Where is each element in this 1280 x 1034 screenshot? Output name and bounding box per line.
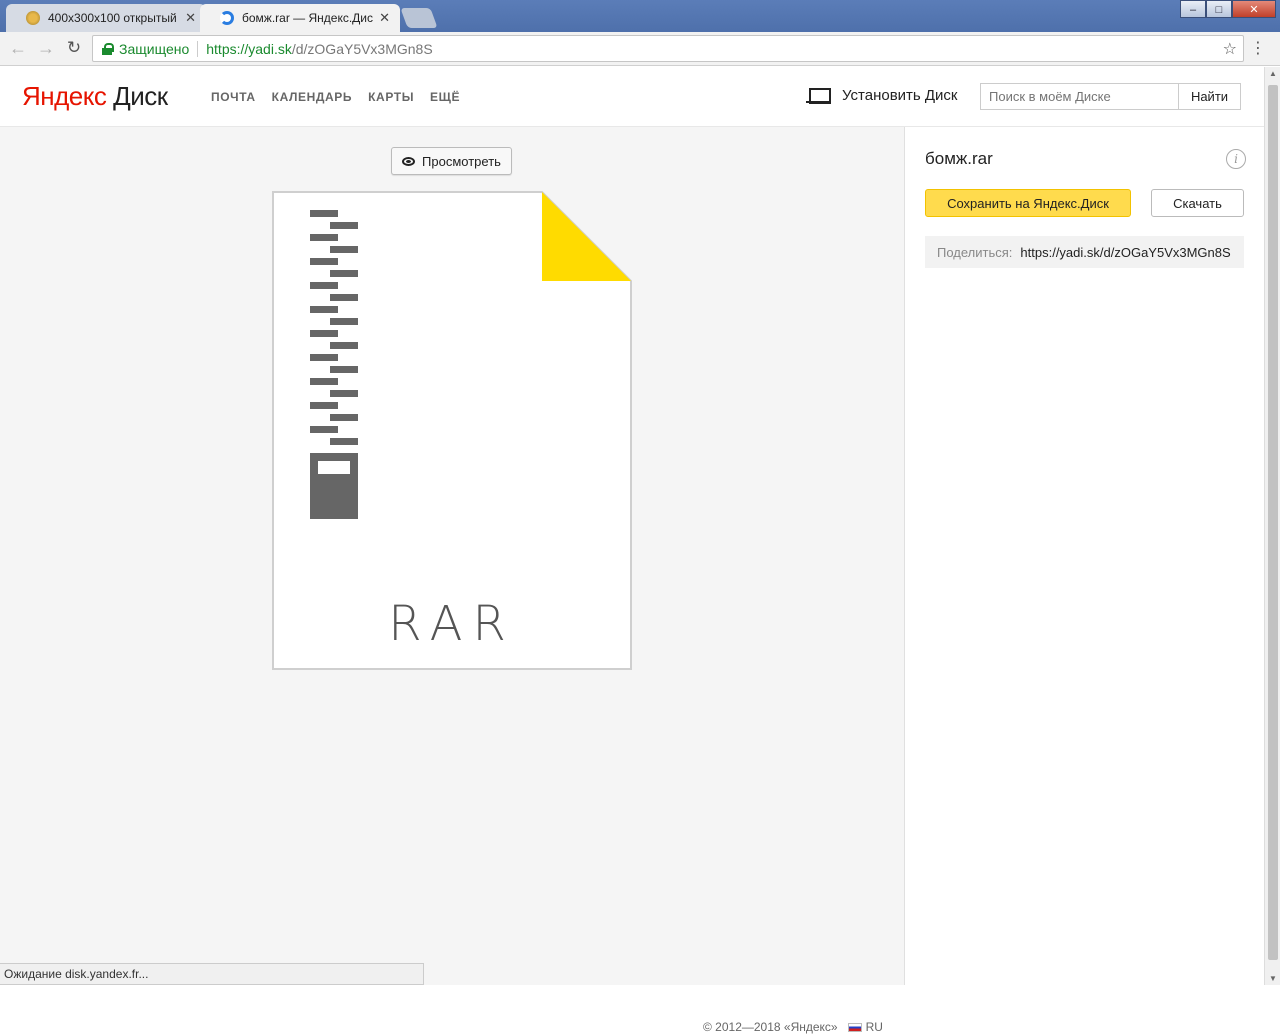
zipper-tooth [330, 294, 358, 301]
zipper-tooth [330, 318, 358, 325]
back-arrow-icon[interactable]: ← [8, 39, 28, 57]
zipper-tooth [310, 426, 338, 433]
zipper-tooth [330, 414, 358, 421]
tab-title: 400x300x100 открытый [48, 11, 177, 25]
zipper-tooth [310, 330, 338, 337]
logo-yandex: Яндекс [22, 81, 107, 111]
page-viewport: Яндекс Диск ПОЧТА КАЛЕНДАРЬ КАРТЫ ЕЩЁ Ус… [0, 67, 1264, 1034]
zipper-tooth [310, 210, 338, 217]
zipper-tooth [310, 402, 338, 409]
save-to-disk-button[interactable]: Сохранить на Яндекс.Диск [925, 189, 1131, 217]
zipper-tooth [330, 438, 358, 445]
tab-title: бомж.rar — Яндекс.Диск [242, 11, 374, 25]
zipper-tooth [330, 342, 358, 349]
window-controls: – □ ✕ [1180, 0, 1276, 18]
browser-tab-2[interactable]: бомж.rar — Яндекс.Диск ✕ [200, 4, 400, 32]
zipper-tooth [310, 306, 338, 313]
zipper-tooth [310, 258, 338, 265]
footer: © 2012—2018 «Яндекс» RU [703, 1020, 883, 1034]
install-disk-label: Установить Диск [842, 87, 958, 104]
search-button[interactable]: Найти [1178, 83, 1241, 110]
preview-button-label: Просмотреть [422, 153, 501, 169]
scrollbar-thumb[interactable] [1268, 85, 1278, 960]
zipper-tooth [330, 222, 358, 229]
preview-button[interactable]: Просмотреть [391, 147, 512, 175]
omnibox-divider [197, 40, 199, 57]
file-type-label: RAR [388, 596, 516, 652]
status-bar: Ожидание disk.yandex.fr... [0, 963, 424, 985]
forward-arrow-icon[interactable]: → [36, 39, 56, 57]
scroll-down-icon[interactable]: ▼ [1269, 974, 1277, 983]
nav-calendar[interactable]: КАЛЕНДАРЬ [272, 90, 352, 104]
zipper-tooth [310, 378, 338, 385]
browser-tab-1[interactable]: 400x300x100 открытый ✕ [6, 4, 206, 32]
download-button[interactable]: Скачать [1151, 189, 1244, 217]
lock-icon [101, 42, 114, 55]
browser-titlebar: 400x300x100 открытый ✕ бомж.rar — Яндекс… [0, 0, 1280, 32]
yandex-disk-favicon-icon [220, 11, 234, 25]
zipper-tooth [330, 246, 358, 253]
info-icon[interactable]: i [1226, 149, 1246, 169]
zipper-tooth [330, 366, 358, 373]
services-nav: ПОЧТА КАЛЕНДАРЬ КАРТЫ ЕЩЁ [211, 90, 460, 104]
nav-maps[interactable]: КАРТЫ [368, 90, 414, 104]
zipper-tooth [330, 270, 358, 277]
share-label: Поделиться: [937, 244, 1013, 260]
nav-more[interactable]: ЕЩЁ [430, 90, 460, 104]
new-tab-button[interactable] [400, 8, 438, 28]
yandex-disk-logo[interactable]: Яндекс Диск [22, 81, 168, 112]
window-close-icon[interactable]: ✕ [1232, 0, 1276, 18]
minimize-icon[interactable]: – [1180, 0, 1206, 18]
zipper-pull-slot [318, 461, 350, 474]
secure-label: Защищено [119, 40, 190, 57]
zipper-tooth [310, 282, 338, 289]
site-header: Яндекс Диск ПОЧТА КАЛЕНДАРЬ КАРТЫ ЕЩЁ Ус… [0, 67, 1264, 127]
site-favicon-icon [26, 11, 40, 25]
browser-toolbar: ← → ↻ Защищено https://yadi.sk/d/zOGaY5V… [0, 32, 1280, 66]
browser-menu-icon[interactable]: ⋮ [1250, 40, 1266, 58]
language-switch[interactable]: RU [866, 1020, 883, 1034]
search-input[interactable] [980, 83, 1178, 110]
nav-mail[interactable]: ПОЧТА [211, 90, 256, 104]
russia-flag-icon [847, 1022, 862, 1032]
bookmark-star-icon[interactable]: ☆ [1223, 39, 1237, 59]
eye-icon [402, 156, 416, 166]
page-scrollbar[interactable]: ▲ ▼ [1264, 67, 1280, 985]
laptop-icon [806, 87, 831, 104]
address-bar[interactable]: Защищено https://yadi.sk/d/zOGaY5Vx3MGn8… [92, 35, 1244, 62]
file-preview-area: Просмотреть RAR © 2012—2018 «Яндекс» RU [0, 127, 904, 1034]
scroll-up-icon[interactable]: ▲ [1269, 69, 1277, 78]
zipper-tooth [310, 234, 338, 241]
file-sidebar: бомж.rar i Сохранить на Яндекс.Диск Скач… [904, 127, 1264, 985]
copyright-text[interactable]: © 2012—2018 «Яндекс» [703, 1020, 838, 1034]
url-host: https://yadi.sk [206, 40, 292, 57]
reload-icon[interactable]: ↻ [64, 39, 84, 57]
share-link[interactable]: https://yadi.sk/d/zOGaY5Vx3MGn8S [1020, 245, 1230, 260]
maximize-icon[interactable]: □ [1206, 0, 1232, 18]
share-box: Поделиться: https://yadi.sk/d/zOGaY5Vx3M… [925, 236, 1244, 268]
zipper-tooth [330, 390, 358, 397]
url-path: /d/zOGaY5Vx3MGn8S [291, 40, 433, 57]
tab-close-icon[interactable]: ✕ [185, 10, 196, 26]
install-disk-link[interactable]: Установить Диск [806, 87, 958, 104]
file-name: бомж.rar [925, 149, 993, 168]
logo-disk: Диск [113, 81, 168, 111]
archive-file-icon: RAR [272, 191, 632, 670]
zipper-tooth [310, 354, 338, 361]
tab-close-icon[interactable]: ✕ [379, 10, 390, 26]
